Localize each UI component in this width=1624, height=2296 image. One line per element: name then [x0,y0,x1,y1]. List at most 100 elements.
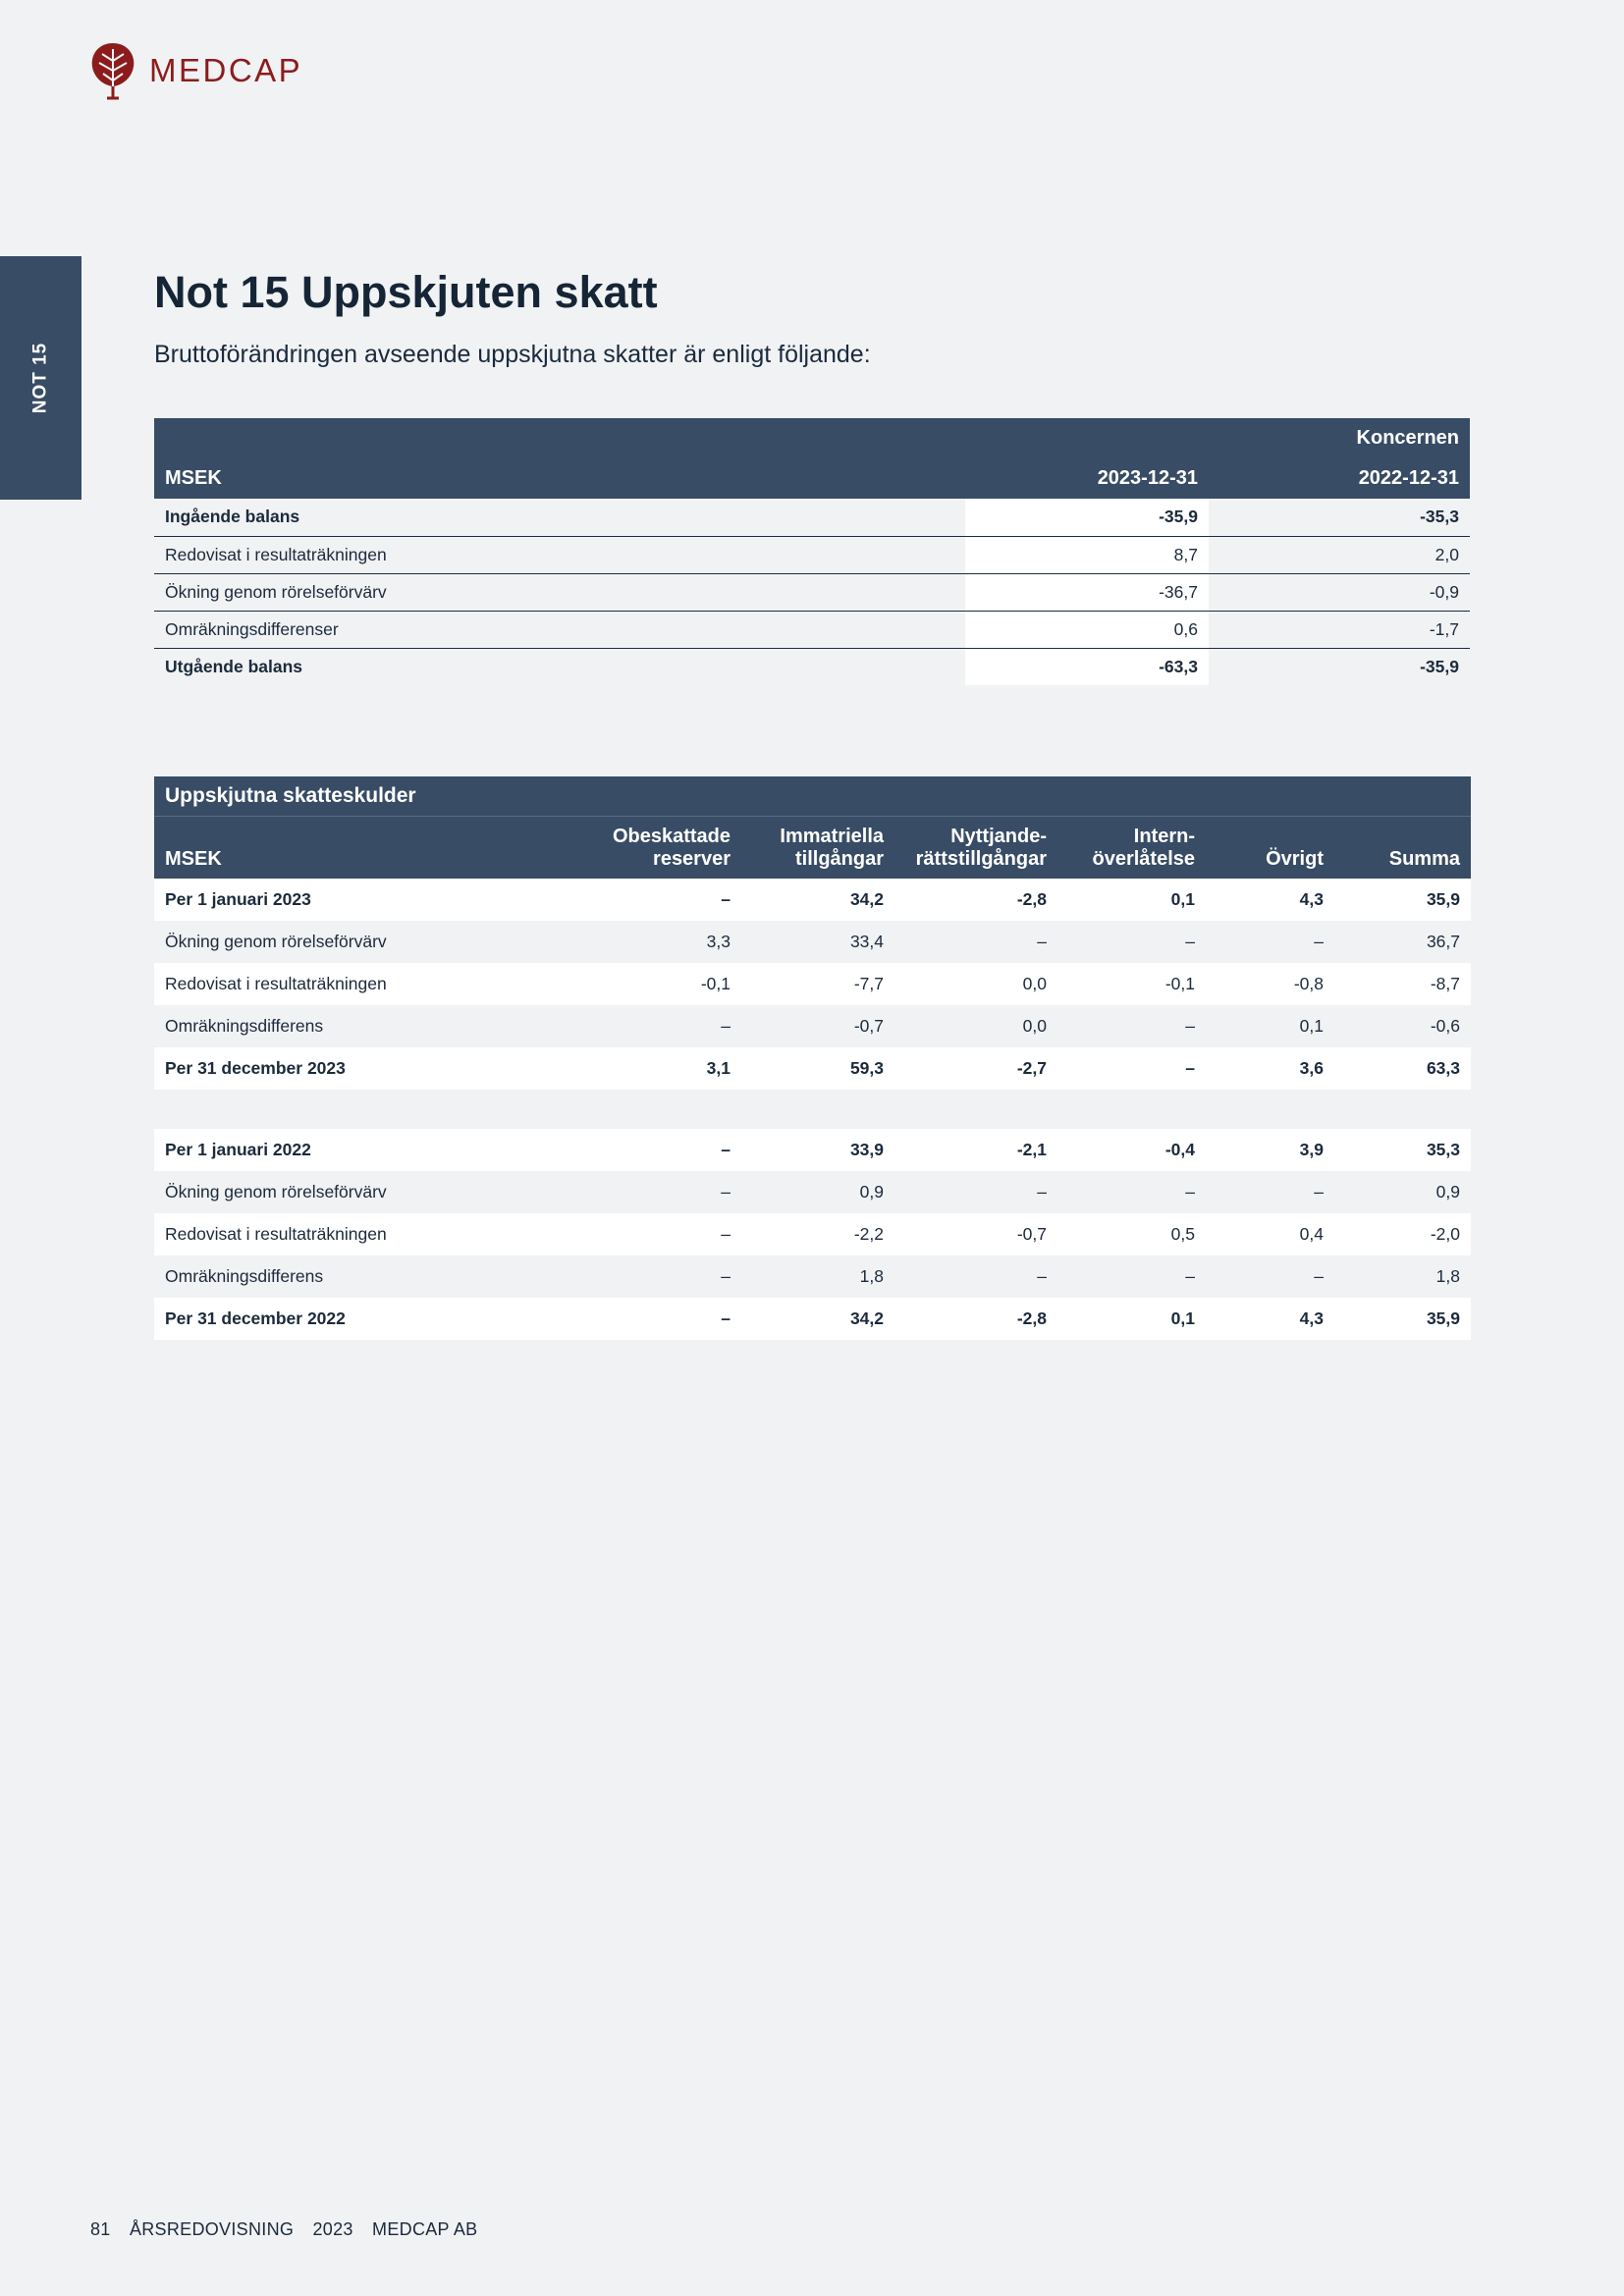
value-cell: 2,0 [1435,544,1459,564]
table-row: Per 31 december 2022 – 34,2 -2,8 0,1 4,3 35,9 [154,1298,1471,1340]
row-label: Redovisat i resultaträkningen [165,974,387,993]
value-cell: -2,7 [1016,1058,1047,1078]
value-cell: -2,0 [1430,1224,1460,1244]
page-title: Not 15 Uppskjuten skatt [154,267,658,317]
value-cell: 0,4 [1299,1224,1324,1244]
row-label: Per 31 december 2023 [165,1058,346,1078]
logo-text: MEDCAP [149,52,303,88]
value-cell: – [1185,1182,1195,1201]
page-number: 81 [90,2219,111,2239]
row-label: Omräkningsdifferens [165,1266,324,1286]
row-label: Redovisat i resultaträkningen [165,1224,387,1244]
header-cell [154,418,965,457]
value-cell: 59,3 [849,1058,884,1078]
value-cell: – [1314,1266,1324,1286]
table-row: Per 31 december 2023 3,1 59,3 -2,7 – 3,6 63,3 [154,1047,1471,1090]
value-cell: 0,6 [965,611,1209,648]
row-label: Redovisat i resultaträkningen [165,544,387,564]
value-cell: – [1314,932,1324,951]
value-cell: -1,7 [1429,618,1459,639]
header-cell [965,418,1209,457]
table-row: Redovisat i resultaträkningen 8,7 2,0 [154,536,1470,573]
table-row: Omräkningsdifferens – -0,7 0,0 – 0,1 -0,6 [154,1005,1471,1047]
column-header-line: tillgångar [794,848,884,870]
value-cell: – [721,1182,731,1201]
value-cell: -0,4 [1164,1140,1195,1159]
row-label: Utgående balans [165,656,303,676]
value-cell: -2,8 [1016,1308,1047,1328]
column-header: Summa [1334,816,1471,879]
column-header: Immatriella tillgångar [741,816,894,879]
column-header: MSEK [165,848,222,870]
table-header-row: MSEK 2023-12-31 2022-12-31 [154,457,1470,499]
row-label: Per 1 januari 2022 [165,1140,311,1159]
column-header: Intern-överlåtelse [1057,816,1206,879]
value-cell: -0,8 [1293,974,1324,993]
value-cell: -63,3 [965,648,1209,685]
value-cell: -35,9 [1420,656,1459,676]
footer-company: MEDCAP AB [372,2219,478,2239]
value-cell: 34,2 [849,889,884,909]
value-cell: 36,7 [1426,932,1460,951]
column-header: Nyttjande-rättstillgångar [894,816,1057,879]
group-label: Koncernen [1356,426,1459,449]
value-cell: 0,1 [1170,1308,1195,1328]
column-header-line: Immatriella [780,826,884,847]
footer: 81 ÅRSREDOVISNING 2023 MEDCAP AB [90,2219,491,2240]
value-cell: – [721,1308,731,1328]
value-cell: – [1185,932,1195,951]
side-tab-label: NOT 15 [29,342,51,414]
value-cell: 0,9 [859,1182,884,1201]
value-cell: -7,7 [853,974,884,993]
column-header-line: Intern- [1133,826,1195,847]
value-cell: -2,8 [1016,889,1047,909]
value-cell: – [721,1266,731,1286]
row-label: Ökning genom rörelseförvärv [165,932,387,951]
column-header: Obeskattade reserver [580,816,741,879]
footer-year: 2023 [312,2219,353,2239]
row-label: Ökning genom rörelseförvärv [165,581,387,602]
table-caption-row: Uppskjutna skatteskulder [154,776,1471,817]
value-cell: 0,1 [1299,1016,1324,1036]
value-cell: – [1185,1016,1195,1036]
value-cell: – [721,1140,731,1159]
value-cell: – [1037,1182,1047,1201]
value-cell: – [721,889,731,909]
table-row: Utgående balans -63,3 -35,9 [154,648,1470,685]
value-cell: 35,3 [1426,1140,1460,1159]
value-cell: 35,9 [1426,1308,1460,1328]
value-cell: 0,0 [1022,974,1047,993]
value-cell: 33,9 [849,1140,884,1159]
table-header-row: Koncernen [154,418,1470,457]
column-header: MSEK [165,466,222,489]
table-row: Ökning genom rörelseförvärv 3,3 33,4 – – – 36,… [154,921,1471,963]
row-label: Ingående balans [165,507,300,527]
value-cell: -0,7 [1016,1224,1047,1244]
value-cell: – [721,1224,731,1244]
value-cell: -0,1 [700,974,731,993]
side-tab[interactable]: NOT 15 [0,256,81,500]
value-cell: – [1185,1266,1195,1286]
column-header-line: Summa [1388,848,1460,870]
value-cell: -2,2 [853,1224,884,1244]
table-caption: Uppskjutna skatteskulder [154,776,1471,817]
table-row: Ingående balans -35,9 -35,3 [154,499,1470,536]
value-cell: -35,3 [1420,507,1459,527]
deferred-tax-balance-table: Koncernen MSEK 2023-12-31 2022-12-31 Ing… [154,418,1470,685]
value-cell: 1,8 [859,1266,884,1286]
column-header-line: reserver [653,848,731,870]
column-header: 2023-12-31 [1097,466,1198,489]
value-cell: -0,9 [1429,581,1459,602]
value-cell: 3,6 [1299,1058,1324,1078]
table-row: Ökning genom rörelseförvärv – 0,9 – – – 0,9 [154,1171,1471,1213]
value-cell: 4,3 [1299,1308,1324,1328]
logo: MEDCAP [90,41,302,100]
value-cell: 0,1 [1170,889,1195,909]
intro-text: Bruttoförändringen avseende uppskjutna s… [154,341,871,368]
value-cell: 0,9 [1435,1182,1460,1201]
row-label: Per 31 december 2022 [165,1308,346,1328]
table-row: Omräkningsdifferens – 1,8 – – – 1,8 [154,1255,1471,1298]
value-cell: – [1314,1182,1324,1201]
footer-doc: ÅRSREDOVISNING [129,2219,295,2239]
value-cell: -35,9 [965,499,1209,536]
